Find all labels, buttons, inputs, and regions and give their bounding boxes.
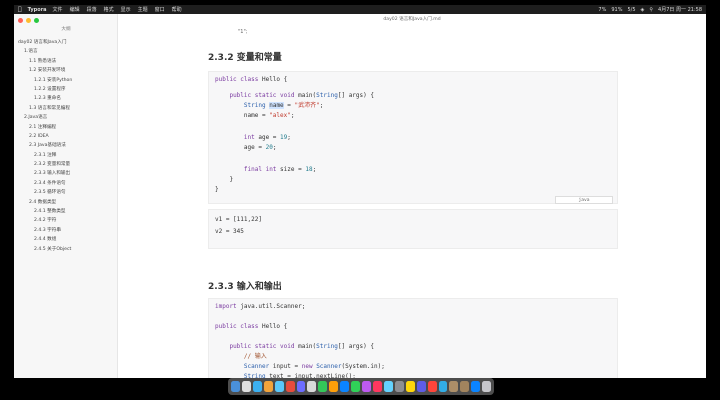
dock-app-icon[interactable] <box>372 381 382 392</box>
zoom-button[interactable] <box>34 18 39 23</box>
dock-app-icon[interactable] <box>427 381 437 392</box>
code-line: public static void main(String[] args) { <box>229 343 374 350</box>
code-line: int age = 19; <box>243 134 291 141</box>
code-line: final int size = 18; <box>243 166 317 173</box>
outline-item[interactable]: 2.1 注释编程 <box>18 123 116 132</box>
outline-item[interactable]: 2.4 数据类型 <box>18 198 116 207</box>
menu-file[interactable]: 文件 <box>53 6 63 13</box>
output-line: v1 = [111,22] <box>215 216 262 223</box>
dock-app-icon[interactable] <box>362 381 371 392</box>
outline-item[interactable]: 2.3.5 循环语句 <box>18 188 116 197</box>
dock-app-icon[interactable] <box>460 381 470 392</box>
outline-item[interactable]: 1.2.2 设置程序 <box>18 85 116 94</box>
window-title: day02 语言和Java入门.md <box>383 17 441 22</box>
code-line: import java.util.Scanner; <box>215 303 306 310</box>
search-icon[interactable]: ⚲ <box>649 7 653 13</box>
outline-item[interactable]: 2.3.1 注释 <box>18 151 116 160</box>
status-area: 7% 91% 5/5 ◈ ⚲ 4月7日 周一 21:58 <box>598 6 702 14</box>
dock-app-icon[interactable] <box>329 381 339 392</box>
dock-app-icon[interactable] <box>285 381 295 392</box>
outline-item[interactable]: 2.3.4 条件语句 <box>18 179 116 188</box>
outline-item[interactable]: 2.3 Java基础语法 <box>18 141 116 150</box>
menu-help[interactable]: 帮助 <box>172 6 182 13</box>
dock-app-icon[interactable] <box>231 381 240 392</box>
outline-item[interactable]: 1.2 安装开发环境 <box>18 66 116 75</box>
dock-app-icon[interactable] <box>394 381 404 392</box>
clock[interactable]: 4月7日 周一 21:58 <box>658 6 702 13</box>
dock-app-icon[interactable] <box>241 381 251 392</box>
code-line: public static void main(String[] args) { <box>229 92 374 99</box>
menu-bar:  Typora 文件 编辑 段落 格式 显示 主题 窗口 帮助 7% 91% … <box>14 5 706 14</box>
menu-format[interactable]: 格式 <box>104 6 114 13</box>
dock-app-icon[interactable] <box>405 381 415 392</box>
heading-variables[interactable]: 2.3.2 变量和常量 <box>208 50 282 63</box>
dock-app-icon[interactable] <box>438 381 448 392</box>
dock-app-icon[interactable] <box>482 381 492 392</box>
dock-app-icon[interactable] <box>274 381 284 392</box>
sidebar-title: 大纲 <box>61 27 71 32</box>
status-item[interactable]: 7% <box>598 7 606 13</box>
code-line: name = "alex"; <box>215 112 295 119</box>
heading-input-output[interactable]: 2.3.3 输入和输出 <box>208 279 282 292</box>
apple-icon[interactable]:  <box>18 6 22 13</box>
dock-app-icon[interactable] <box>416 381 426 392</box>
menu-edit[interactable]: 编辑 <box>70 6 80 13</box>
code-fragment: "1"; <box>238 29 248 35</box>
dock <box>228 378 494 395</box>
outline-item[interactable]: 1.1 熟悉语法 <box>18 57 116 66</box>
dock-app-icon[interactable] <box>263 381 273 392</box>
menu-theme[interactable]: 主题 <box>138 6 148 13</box>
outline-list: day02 语言和Java入门 1.语言 1.1 熟悉语法 1.2 安装开发环境 1.2… <box>18 38 116 254</box>
dock-app-icon[interactable] <box>307 381 317 392</box>
code-line: } <box>215 176 234 183</box>
outline-item[interactable]: 1.3 语言和常见编程 <box>18 104 116 113</box>
outline-item[interactable]: 1.语言 <box>18 47 116 56</box>
outline-sidebar: 大纲 day02 语言和Java入门 1.语言 1.1 熟悉语法 1.2 安装开发环境… <box>14 14 118 378</box>
outline-item[interactable]: 2.3.2 变量和常量 <box>18 160 116 169</box>
code-line: public class Hello { <box>215 323 288 330</box>
outline-item[interactable]: 2.4.3 字符串 <box>18 226 116 235</box>
dock-app-icon[interactable] <box>340 381 350 392</box>
menu-view[interactable]: 显示 <box>121 6 131 13</box>
dock-app-icon[interactable] <box>383 381 393 392</box>
outline-item[interactable]: 1.2.1 安装Python <box>18 76 116 85</box>
dock-app-icon[interactable] <box>318 381 328 392</box>
code-line: Scanner input = new Scanner(System.in); <box>243 363 385 370</box>
outline-item[interactable]: 2.2 IDEA <box>18 132 116 141</box>
minimize-button[interactable] <box>26 18 31 23</box>
menu-window[interactable]: 窗口 <box>155 6 165 13</box>
code-line: } <box>215 186 219 193</box>
editor-content[interactable]: "1"; 2.3.2 变量和常量 public class Hello { pu… <box>118 25 706 378</box>
code-line: // 输入 <box>243 353 267 360</box>
outline-item[interactable]: day02 语言和Java入门 <box>18 38 116 47</box>
code-block-variables[interactable]: public class Hello { public static void … <box>208 71 618 204</box>
menu-app-name[interactable]: Typora <box>28 7 47 13</box>
dock-app-icon[interactable] <box>296 381 306 392</box>
dock-app-icon[interactable] <box>351 381 361 392</box>
outline-item[interactable]: 2.4.1 整数类型 <box>18 207 116 216</box>
dock-app-icon[interactable] <box>449 381 459 392</box>
dock-app-icon[interactable] <box>471 381 481 392</box>
outline-item[interactable]: 2.4.2 字符 <box>18 216 116 225</box>
code-language-selector[interactable]: java <box>555 196 613 204</box>
code-block-input-output[interactable]: import java.util.Scanner; public class H… <box>208 298 618 378</box>
typora-window: 大纲 day02 语言和Java入门 1.语言 1.1 熟悉语法 1.2 安装开发环境… <box>14 14 706 378</box>
outline-item[interactable]: 2.3.3 输入和输出 <box>18 169 116 178</box>
menu-paragraph[interactable]: 段落 <box>87 6 97 13</box>
status-item[interactable]: 5/5 <box>627 7 635 13</box>
outline-item[interactable]: 2.4.5 关于Object <box>18 245 116 254</box>
status-item[interactable]: 91% <box>611 7 622 13</box>
code-line: public class Hello { <box>215 76 288 83</box>
dock-app-icon[interactable] <box>252 381 262 392</box>
code-line: String name = "武沛齐"; <box>243 102 324 109</box>
outline-item[interactable]: 2.Java语言 <box>18 113 116 122</box>
window-controls <box>18 18 39 23</box>
outline-item[interactable]: 2.4.4 数组 <box>18 235 116 244</box>
wifi-icon[interactable]: ◈ <box>641 7 645 13</box>
code-line: age = 20; <box>215 144 277 151</box>
outline-item[interactable]: 1.2.3 重命名 <box>18 94 116 103</box>
output-block[interactable]: v1 = [111,22] v2 = 345 <box>208 209 618 249</box>
output-line: v2 = 345 <box>215 228 244 235</box>
close-button[interactable] <box>18 18 23 23</box>
